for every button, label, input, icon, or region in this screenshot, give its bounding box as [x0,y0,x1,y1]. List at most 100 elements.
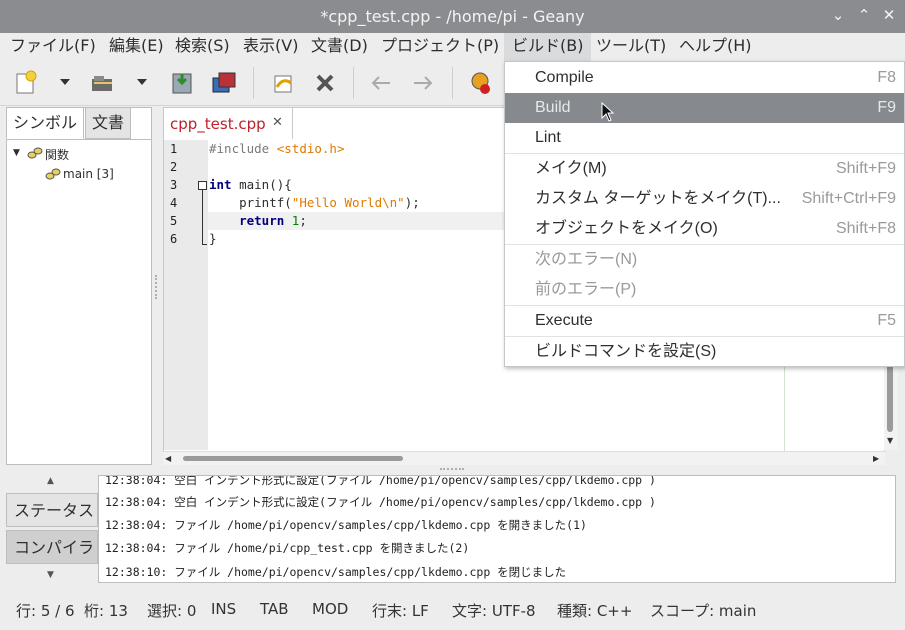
status-bar: 行: 5 / 6 桁: 13 選択: 0 INS TAB MOD 行末: LF … [0,593,905,626]
toolbar-separator [353,67,354,99]
menu-item-label: ビルドコマンドを設定(S) [535,343,717,360]
tab-compiler[interactable]: コンパイラ [6,530,98,564]
function-icon [45,167,61,184]
close-file-icon[interactable] [310,69,340,97]
function-group-icon [27,146,43,163]
compile-icon[interactable] [466,69,496,97]
menu-item-lint[interactable]: Lint [505,123,904,153]
save-icon[interactable] [168,69,198,97]
tab-symbols[interactable]: シンボル [6,107,85,139]
tree-group-label[interactable]: 関数 [45,146,69,163]
menu-document[interactable]: 文書(D) [303,33,376,61]
log-line: 12:38:10: ファイル /home/pi/opencv/samples/c… [105,565,567,579]
line-number: 3 [170,178,178,192]
menu-item-previous-error[interactable]: 前のエラー(P) [505,275,904,305]
preprocessor-directive: #include [209,141,270,156]
menu-item-set-build-commands[interactable]: ビルドコマンドを設定(S) [505,337,904,367]
tab-status[interactable]: ステータス [6,493,98,527]
code-text: printf( [209,195,292,210]
scroll-down-icon[interactable]: ▼ [887,436,893,445]
menu-item-label: 前のエラー(P) [535,281,637,298]
menu-item-accel: Shift+Ctrl+F9 [801,190,896,207]
fold-end [202,244,207,245]
fold-margin [196,140,208,450]
menu-item-accel: F5 [877,312,896,329]
window-title: *cpp_test.cpp - /home/pi - Geany [320,7,585,26]
new-file-icon[interactable] [12,69,42,97]
menu-item-make-object[interactable]: オブジェクトをメイク(O) Shift+F8 [505,214,904,244]
back-icon[interactable] [366,69,396,97]
expand-arrow-icon[interactable]: ▼ [13,148,20,158]
code-text: ; [299,213,307,228]
log-line: 12:38:04: 空白 インデント形式に設定(ファイル /home/pi/op… [105,475,656,487]
maximize-button[interactable]: ⌃ [855,6,873,24]
keyword: return [209,213,285,228]
status-line: 行: 5 / 6 [16,602,75,620]
message-tabs: ステータス コンパイラ [6,475,98,585]
menu-search[interactable]: 検索(S) [167,33,238,61]
menu-item-next-error[interactable]: 次のエラー(N) [505,245,904,275]
line-number: 5 [170,214,178,228]
title-bar: *cpp_test.cpp - /home/pi - Geany ⌄ ⌃ ✕ [0,0,905,33]
tree-item-main[interactable]: main [3] [63,167,114,181]
log-line: 12:38:04: 空白 インデント形式に設定(ファイル /home/pi/op… [105,495,656,509]
minimize-button[interactable]: ⌄ [829,6,847,24]
include-file: <stdio.h> [269,141,345,156]
close-tab-icon[interactable]: ✕ [272,115,283,130]
vertical-scroll-thumb[interactable] [887,362,893,432]
menu-item-build[interactable]: Build F9 [505,93,904,123]
tab-documents[interactable]: 文書 [85,107,132,139]
open-file-dropdown-icon[interactable] [137,79,147,85]
menu-bar: ファイル(F) 編集(E) 検索(S) 表示(V) 文書(D) プロジェクト(P… [0,33,905,61]
menu-file[interactable]: ファイル(F) [2,33,104,61]
document-tab-label: cpp_test.cpp [170,115,266,133]
scroll-right-icon[interactable]: ▶ [873,454,879,463]
scroll-left-icon[interactable]: ◀ [165,454,171,463]
line-number-gutter: 1 2 3 4 5 6 [164,140,196,450]
menu-item-compile[interactable]: Compile F8 [505,63,904,93]
status-line-ending: 行末: LF [372,602,429,620]
forward-icon[interactable] [408,69,438,97]
menu-help[interactable]: ヘルプ(H) [671,33,760,61]
close-window-button[interactable]: ✕ [880,6,898,24]
message-log[interactable]: 12:38:04: 空白 インデント形式に設定(ファイル /home/pi/op… [98,475,896,583]
menu-item-label: カスタム ターゲットをメイク(T)... [535,190,781,207]
status-scope: スコープ: main [650,602,757,620]
toolbar-separator [452,67,453,99]
line-number: 6 [170,232,178,246]
open-file-icon[interactable] [88,69,118,97]
panel-resize-handle[interactable] [440,468,464,472]
menu-edit[interactable]: 編集(E) [101,33,172,61]
log-line: 12:38:04: ファイル /home/pi/opencv/samples/c… [105,518,587,532]
document-tab[interactable]: cpp_test.cpp ✕ [163,107,293,139]
fold-toggle-icon[interactable] [198,181,207,190]
string-literal: "Hello World\n" [291,195,405,210]
horizontal-scrollbar[interactable]: ◀ ▶ [163,451,885,465]
menu-view[interactable]: 表示(V) [235,33,306,61]
status-insert-mode: INS [211,600,237,618]
vertical-scrollbar[interactable]: ▼ [884,360,898,450]
menu-item-accel: Shift+F8 [835,220,896,237]
line-number: 4 [170,196,178,210]
menu-project[interactable]: プロジェクト(P) [373,33,507,61]
menu-item-label: メイク(M) [535,160,607,177]
menu-item-accel: F9 [877,99,896,116]
menu-tools[interactable]: ツール(T) [588,33,674,61]
line-number: 2 [170,160,178,174]
log-line: 12:38:04: ファイル /home/pi/cpp_test.cpp を開き… [105,541,470,555]
number-literal: 1 [284,213,300,228]
sidebar-resize-handle[interactable] [155,275,159,299]
revert-icon[interactable] [268,69,298,97]
status-encoding: 文字: UTF-8 [452,602,536,620]
new-file-dropdown-icon[interactable] [60,79,70,85]
build-menu: Compile F8 Build F9 Lint メイク(M) Shift+F9 カス… [504,61,905,367]
horizontal-scroll-thumb[interactable] [183,456,403,461]
menu-item-label: Execute [535,312,593,329]
save-all-icon[interactable] [210,69,240,97]
menu-item-make-custom-target[interactable]: カスタム ターゲットをメイク(T)... Shift+Ctrl+F9 [505,184,904,214]
menu-item-make[interactable]: メイク(M) Shift+F9 [505,154,904,184]
menu-item-label: Build [535,99,571,116]
scroll-down-tabs-icon[interactable]: ▼ [47,570,54,580]
menu-build[interactable]: ビルド(B) [504,33,592,61]
menu-item-execute[interactable]: Execute F5 [505,306,904,336]
